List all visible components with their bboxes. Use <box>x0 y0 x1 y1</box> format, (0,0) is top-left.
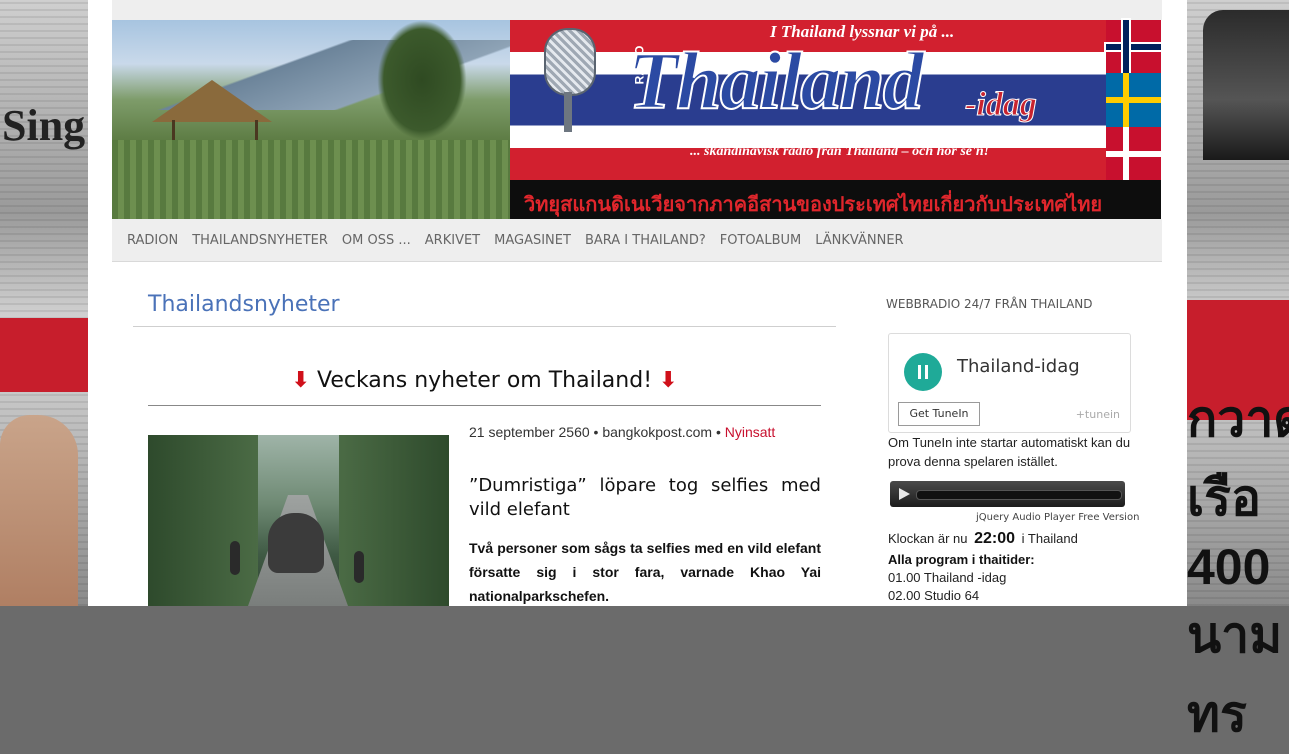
schedule-title: Alla program i thaitider: <box>888 552 1035 567</box>
schedule-item: 02.00 Studio 64 <box>888 588 980 603</box>
article-image[interactable] <box>148 435 449 606</box>
schedule-item: 01.00 Thailand -idag <box>888 570 1007 585</box>
tunein-logo[interactable]: +tunein <box>1076 408 1120 421</box>
article-title[interactable]: ”Dumristiga” löpare tog selfies med vild… <box>469 474 821 522</box>
background-portrait <box>1203 10 1289 160</box>
background-photo <box>0 415 78 606</box>
nav-item-bara-i-thailand[interactable]: BARA I THAILAND? <box>578 233 713 248</box>
microphone-icon <box>538 28 598 138</box>
article-meta: 21 september 2560 • bangkokpost.com • Ny… <box>469 424 776 440</box>
pause-button[interactable] <box>904 353 942 391</box>
nav-item-lankvanner[interactable]: LÄNKVÄNNER <box>808 233 910 248</box>
banner-title-suffix: -idag <box>965 86 1038 124</box>
main-nav: RADION THAILANDSNYHETER OM OSS ... ARKIV… <box>112 219 1162 262</box>
nav-item-fotoalbum[interactable]: FOTOALBUM <box>713 233 808 248</box>
banner-thai-bar: วิทยุสแกนดิเนเวียจากภาคอีสานของประเทศไทย… <box>510 180 1161 219</box>
page-container: I Thailand lyssnar vi på ... RADIO Thail… <box>88 0 1187 606</box>
station-name: Thailand-idag <box>957 356 1080 377</box>
denmark-flag-icon <box>1106 126 1161 180</box>
banner-title: Thailand <box>627 34 925 127</box>
news-headline-text: Veckans nyheter om Thailand! <box>316 368 653 393</box>
nav-item-radion[interactable]: RADION <box>112 233 185 248</box>
nav-item-magasinet[interactable]: MAGASINET <box>487 233 578 248</box>
divider <box>133 326 836 327</box>
arrow-down-icon: ⬇ <box>291 368 310 393</box>
player-caption[interactable]: jQuery Audio Player Free Version <box>976 512 1139 523</box>
page-title: Thailandsnyheter <box>148 292 340 317</box>
arrow-down-icon: ⬇ <box>659 368 678 393</box>
nordic-flags <box>1104 17 1163 180</box>
fallback-text: Om TuneIn inte startar automatiskt kan d… <box>888 435 1131 469</box>
widget-title: WEBBRADIO 24/7 FRÅN THAILAND <box>886 297 1093 311</box>
clock-time: 22:00 <box>974 530 1016 547</box>
tunein-player: Thailand-idag Get TuneIn +tunein <box>888 333 1131 433</box>
nav-item-om-oss[interactable]: OM OSS ... <box>335 233 418 248</box>
banner-thai-text: วิทยุสแกนดิเนเวียจากภาคอีสานของประเทศไทย… <box>524 192 1103 216</box>
pause-icon <box>918 365 921 379</box>
background-newspaper-text: Sing <box>2 101 86 150</box>
article-tag[interactable]: Nyinsatt <box>725 424 776 440</box>
banner-tagline-bottom: ... skandinavisk radio från Thailand – o… <box>690 144 990 159</box>
audio-player <box>890 481 1125 507</box>
sweden-flag-icon <box>1106 73 1161 127</box>
play-icon[interactable] <box>899 488 910 500</box>
background-right-newspaper: กวาดเรือ 400 นามทร <box>1187 0 1289 742</box>
nav-item-arkivet[interactable]: ARKIVET <box>418 233 487 248</box>
article-lead: Två personer som sågs ta selfies med en … <box>469 540 821 604</box>
nav-item-thailandsnyheter[interactable]: THAILANDSNYHETER <box>185 233 335 248</box>
seek-bar[interactable] <box>916 490 1122 500</box>
background-left-newspaper: Sing <box>0 0 88 606</box>
site-logo: I Thailand lyssnar vi på ... RADIO Thail… <box>510 17 1163 219</box>
clock-line: Klockan är nu 22:00 i Thailand <box>888 530 1078 547</box>
article-date: 21 september 2560 <box>469 424 590 440</box>
divider <box>148 405 821 406</box>
article-source: bangkokpost.com <box>602 424 713 440</box>
background-thai-text: กวาดเรือ 400 นามทร <box>1187 391 1289 742</box>
banner-photo <box>112 20 510 219</box>
site-banner[interactable]: I Thailand lyssnar vi på ... RADIO Thail… <box>112 17 1163 219</box>
get-tunein-button[interactable]: Get TuneIn <box>898 402 980 426</box>
norway-flag-icon <box>1104 17 1163 76</box>
news-headline: ⬇ Veckans nyheter om Thailand! ⬇ <box>148 368 821 393</box>
